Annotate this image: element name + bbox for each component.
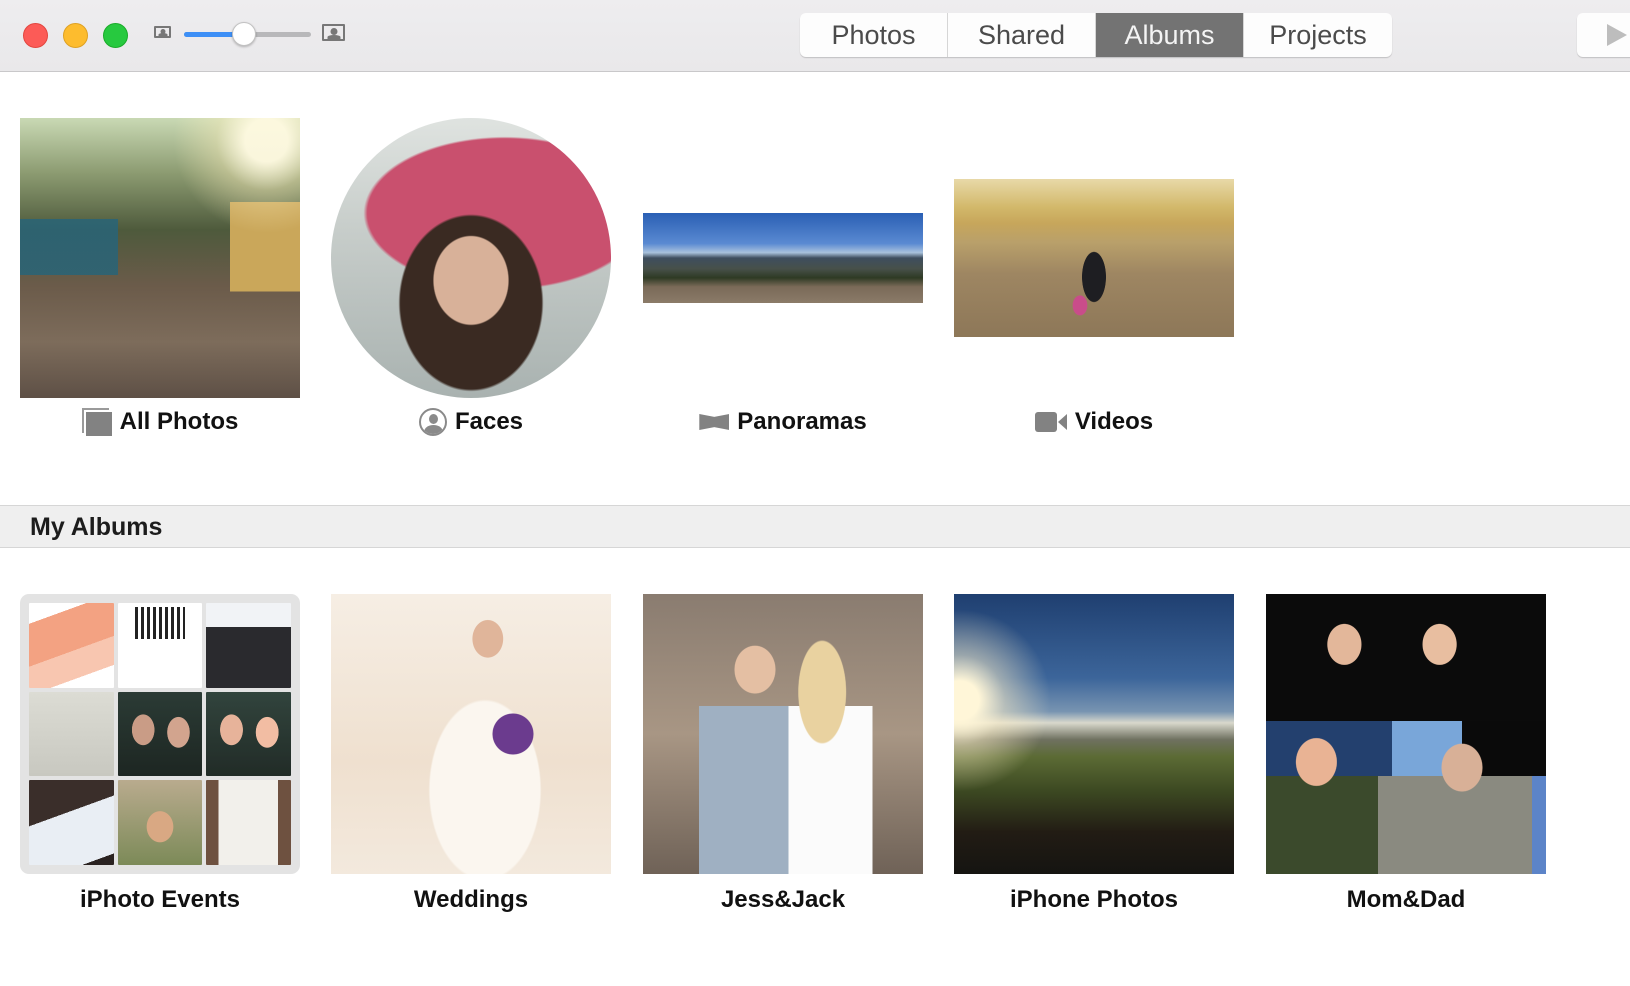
smart-album-faces[interactable]: Faces [331, 118, 611, 448]
smart-album-all-photos[interactable]: All Photos [20, 118, 300, 448]
album-cover[interactable] [331, 594, 611, 874]
collage-photo [29, 603, 114, 688]
large-photo-icon [322, 24, 345, 41]
video-camera-icon [1034, 412, 1067, 432]
collage-photo [29, 780, 114, 865]
album-weddings[interactable]: Weddings [331, 594, 611, 924]
album-iphoto-events[interactable]: iPhoto Events [20, 594, 300, 924]
tab-albums[interactable]: Albums [1096, 13, 1244, 57]
smart-album-name: Faces [454, 408, 524, 435]
album-title: Mom&Dad [1346, 886, 1466, 913]
toolbar: Photos Shared Albums Projects [0, 0, 1630, 72]
play-icon [1607, 24, 1627, 46]
album-title: iPhoto Events [79, 886, 241, 913]
all-photos-thumbnail[interactable] [20, 118, 300, 398]
section-title: My Albums [30, 513, 163, 541]
my-albums-section-header: My Albums [0, 505, 1630, 548]
smart-album-label: Faces [331, 408, 611, 436]
album-cover[interactable] [1266, 594, 1546, 874]
tab-photos[interactable]: Photos [800, 13, 948, 57]
smart-album-name: Videos [1074, 408, 1154, 435]
album-mom-dad[interactable]: Mom&Dad [1266, 594, 1546, 924]
collage-photo [117, 691, 203, 777]
album-iphone-photos[interactable]: iPhone Photos [954, 594, 1234, 924]
collage-photo [29, 691, 114, 777]
smart-album-name: Panoramas [737, 408, 867, 435]
all-photos-icon [81, 408, 112, 436]
collage-photo [117, 603, 203, 688]
smart-album-name: All Photos [119, 408, 239, 435]
smart-album-videos[interactable]: Videos [954, 118, 1234, 448]
album-cover[interactable] [643, 594, 923, 874]
smart-album-panoramas[interactable]: Panoramas [643, 118, 923, 448]
tab-projects[interactable]: Projects [1244, 13, 1392, 57]
collage-photo [206, 691, 291, 777]
collage-photo [206, 603, 291, 688]
videos-thumbnail[interactable] [954, 179, 1234, 337]
minimize-window-button[interactable] [63, 23, 88, 48]
thumbnail-size-slider[interactable] [184, 22, 311, 46]
smart-album-label: All Photos [20, 408, 300, 436]
view-tabs: Photos Shared Albums Projects [800, 13, 1392, 57]
collage-photo [206, 780, 291, 865]
small-photo-icon [154, 26, 171, 38]
faces-icon [418, 408, 447, 436]
close-window-button[interactable] [23, 23, 48, 48]
collage-photo [117, 780, 203, 865]
slider-handle[interactable] [231, 22, 256, 46]
faces-thumbnail[interactable] [331, 118, 611, 398]
album-jess-jack[interactable]: Jess&Jack [643, 594, 923, 924]
panorama-icon [699, 414, 730, 430]
smart-album-label: Videos [954, 408, 1234, 436]
album-title: Jess&Jack [720, 886, 846, 913]
album-title: Weddings [413, 886, 529, 913]
smart-album-label: Panoramas [643, 408, 923, 436]
album-cover-collage[interactable] [20, 594, 300, 874]
zoom-window-button[interactable] [103, 23, 128, 48]
slideshow-button[interactable] [1577, 13, 1630, 57]
tab-shared[interactable]: Shared [948, 13, 1096, 57]
album-cover[interactable] [954, 594, 1234, 874]
panoramas-thumbnail[interactable] [643, 213, 923, 303]
album-title: iPhone Photos [1010, 886, 1178, 913]
